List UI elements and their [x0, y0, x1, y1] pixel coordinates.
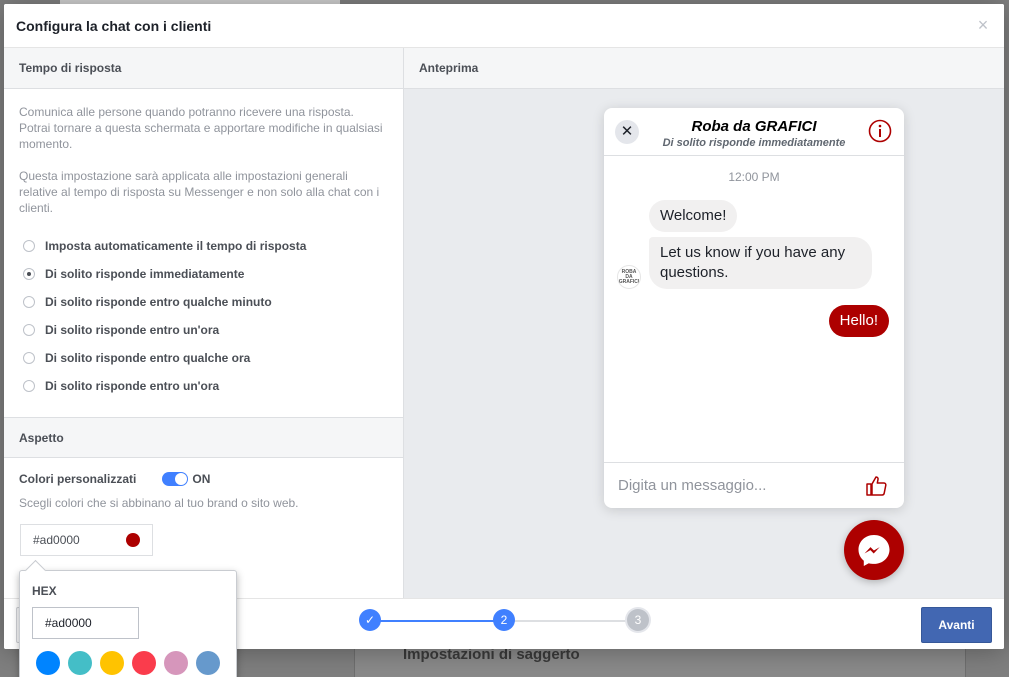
stepper-line-pending [504, 620, 638, 622]
response-time-option[interactable]: Di solito risponde entro un'ora [19, 316, 388, 344]
response-time-section: Comunica alle persone quando potranno ri… [4, 89, 403, 400]
custom-colors-row: Colori personalizzati ON [4, 472, 403, 486]
response-time-option-label: Di solito risponde entro un'ora [45, 323, 220, 337]
response-time-option-label: Imposta automaticamente il tempo di risp… [45, 239, 307, 253]
dialog-header: Configura la chat con i clienti × [4, 4, 1004, 48]
info-icon[interactable] [868, 119, 892, 143]
close-icon[interactable]: × [974, 16, 992, 34]
radio-button[interactable] [23, 268, 35, 280]
response-time-option-label: Di solito risponde entro qualche minuto [45, 295, 272, 309]
step-1-done: ✓ [359, 609, 381, 631]
chat-preview-window: ✕ Roba da GRAFICI Di solito risponde imm… [604, 108, 904, 508]
chat-header: ✕ Roba da GRAFICI Di solito risponde imm… [604, 108, 904, 156]
chat-composer: Digita un messaggio... [604, 462, 904, 508]
background-section: Impostazioni di saggerto [354, 646, 966, 677]
response-time-option[interactable]: Di solito risponde entro un'ora [19, 372, 388, 400]
message-bubble-user: Hello! [828, 305, 889, 337]
response-time-heading: Tempo di risposta [4, 48, 403, 89]
message-input[interactable]: Digita un messaggio... [618, 477, 766, 494]
preview-panel: Anteprima ✕ Roba da GRAFICI Di solito ri… [404, 48, 1004, 598]
hex-input[interactable] [32, 607, 139, 639]
response-time-option[interactable]: Di solito risponde immediatamente [19, 260, 388, 288]
radio-button[interactable] [23, 296, 35, 308]
chat-config-dialog: Configura la chat con i clienti × Tempo … [4, 4, 1004, 649]
response-time-option[interactable]: Imposta automaticamente il tempo di risp… [19, 232, 388, 260]
response-time-options: Imposta automaticamente il tempo di risp… [19, 232, 388, 400]
thumbs-up-icon[interactable] [864, 474, 888, 498]
response-time-option-label: Di solito risponde immediatamente [45, 267, 245, 281]
custom-colors-toggle[interactable] [162, 472, 189, 486]
color-swatch[interactable] [68, 651, 92, 675]
custom-colors-label: Colori personalizzati [19, 472, 137, 486]
chat-response-status: Di solito risponde immediatamente [662, 137, 846, 149]
color-swatch[interactable] [100, 651, 124, 675]
custom-colors-hint: Scegli colori che si abbinano al tuo bra… [19, 496, 299, 510]
response-time-note: Questa impostazione sarà applicata alle … [19, 169, 380, 215]
color-swatch[interactable] [196, 651, 220, 675]
message-bubble-welcome: Welcome! [649, 200, 738, 232]
radio-button[interactable] [23, 240, 35, 252]
chat-page-name: Roba da GRAFICI [691, 118, 817, 135]
color-value: #ad0000 [33, 533, 80, 547]
response-time-description: Comunica alle persone quando potranno ri… [19, 105, 383, 151]
color-picker-field[interactable]: #ad0000 [20, 524, 153, 556]
color-swatch[interactable] [36, 651, 60, 675]
preview-heading: Anteprima [404, 48, 1004, 89]
step-2-current: 2 [493, 609, 515, 631]
toggle-state-label: ON [192, 472, 211, 486]
appearance-section: Aspetto Colori personalizzati ON Scegli … [4, 417, 403, 556]
progress-stepper: ✓ 2 3 [359, 609, 649, 633]
settings-panel: Tempo di risposta Comunica alle persone … [4, 48, 404, 598]
stepper-line-completed [370, 620, 504, 622]
message-bubble-questions: Let us know if you have any questions. [649, 237, 872, 289]
radio-button[interactable] [23, 380, 35, 392]
response-time-option-label: Di solito risponde entro qualche ora [45, 351, 251, 365]
next-button[interactable]: Avanti [921, 607, 992, 643]
response-time-option-label: Di solito risponde entro un'ora [45, 379, 220, 393]
color-swatch-dot [126, 533, 140, 547]
radio-button[interactable] [23, 352, 35, 364]
messenger-launcher-button[interactable] [844, 520, 904, 580]
color-swatches [36, 651, 220, 675]
color-swatch[interactable] [132, 651, 156, 675]
dialog-body: Tempo di risposta Comunica alle persone … [4, 48, 1004, 598]
hex-label: HEX [32, 584, 57, 598]
radio-button[interactable] [23, 324, 35, 336]
dialog-title: Configura la chat con i clienti [16, 17, 212, 34]
color-swatch[interactable] [164, 651, 188, 675]
avatar-logo-text: ROBA DA GRAFICI [618, 268, 640, 285]
response-time-option[interactable]: Di solito risponde entro qualche ora [19, 344, 388, 372]
page-avatar: ROBA DA GRAFICI [617, 265, 641, 289]
appearance-heading: Aspetto [4, 417, 403, 458]
messenger-icon [858, 535, 890, 566]
color-picker-popover: HEX [19, 570, 237, 677]
response-time-option[interactable]: Di solito risponde entro qualche minuto [19, 288, 388, 316]
step-3-pending: 3 [627, 609, 649, 631]
chat-timestamp: 12:00 PM [728, 170, 780, 184]
